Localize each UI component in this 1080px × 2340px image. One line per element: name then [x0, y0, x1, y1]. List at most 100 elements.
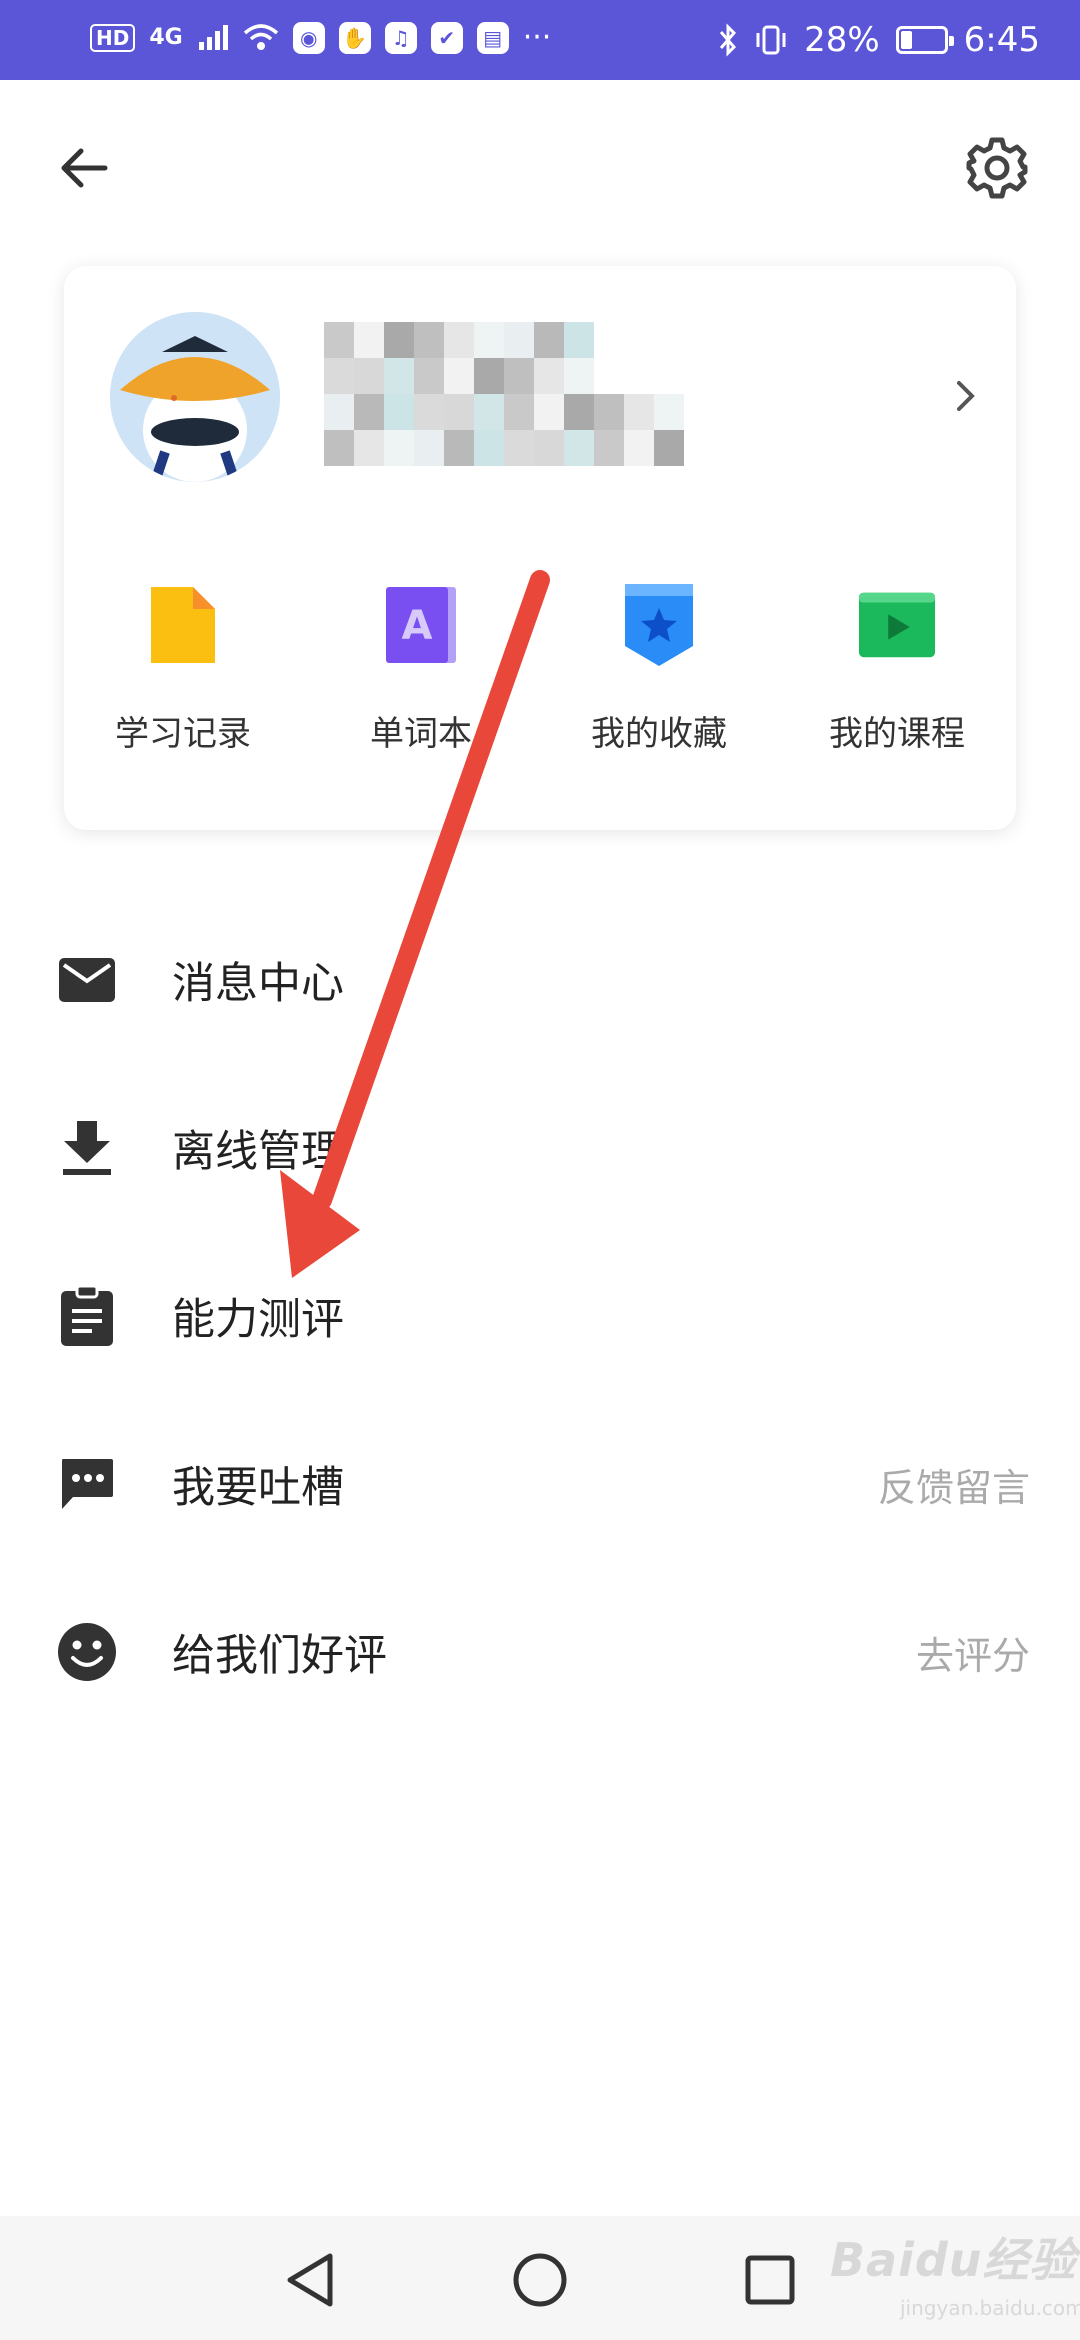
menu-label: 能力测评	[172, 1295, 344, 1345]
mosaic-cell	[564, 358, 594, 394]
shortcut-label: 单词本	[370, 714, 472, 754]
mosaic-cell	[564, 430, 594, 466]
app-notification-icon: ◉	[292, 22, 325, 54]
mosaic-cell	[594, 322, 624, 358]
hd-badge: HD	[90, 24, 136, 52]
mosaic-cell	[534, 430, 564, 466]
mail-icon	[56, 949, 118, 1011]
mosaic-cell	[654, 394, 684, 430]
nav-home-button[interactable]	[508, 2248, 572, 2312]
vibrate-icon	[756, 25, 786, 55]
smiley-icon	[56, 1621, 118, 1683]
shortcut-label: 学习记录	[115, 714, 251, 754]
mosaic-cell	[474, 430, 504, 466]
shortcut-wordbook[interactable]: A 单词本	[302, 584, 540, 755]
settings-button[interactable]	[955, 126, 1039, 210]
menu-label: 离线管理	[172, 1127, 344, 1177]
menu-item-offline[interactable]: 离线管理	[0, 1088, 1080, 1208]
watermark-brand: Baidu经验	[830, 2233, 1077, 2287]
document-icon	[143, 584, 223, 666]
mosaic-cell	[324, 430, 354, 466]
bluetooth-icon	[719, 23, 737, 57]
profile-card: 学习记录 A 单词本 我的收藏 我的课程	[64, 266, 1016, 830]
avatar[interactable]	[110, 312, 280, 482]
mosaic-cell	[354, 430, 384, 466]
gear-icon	[966, 137, 1028, 199]
status-icons-left: HD 4G ◉ ✋ ♫ ✔ ▤ ···	[90, 18, 551, 58]
profile-detail-button[interactable]	[936, 366, 996, 426]
menu-hint: 反馈留言	[877, 1465, 1030, 1510]
watermark-url: jingyan.baidu.com	[900, 2296, 1080, 2320]
svg-text:A: A	[402, 603, 433, 649]
mosaic-cell	[624, 322, 654, 358]
mosaic-cell	[474, 322, 504, 358]
battery-level	[900, 31, 913, 49]
avatar-icon	[110, 312, 280, 482]
mosaic-cell	[564, 322, 594, 358]
menu-label: 我要吐槽	[172, 1463, 344, 1513]
mosaic-cell	[624, 430, 654, 466]
battery-percent: 28%	[804, 20, 880, 60]
play-video-icon	[857, 584, 937, 666]
shortcut-row: 学习记录 A 单词本 我的收藏 我的课程	[64, 584, 1016, 755]
mosaic-cell	[384, 358, 414, 394]
mosaic-cell	[324, 322, 354, 358]
mosaic-cell	[654, 322, 684, 358]
nav-recents-button[interactable]	[738, 2248, 802, 2312]
menu-item-rate-us[interactable]: 给我们好评 去评分	[0, 1592, 1080, 1712]
mosaic-cell	[444, 322, 474, 358]
mosaic-cell	[564, 394, 594, 430]
mosaic-cell	[324, 358, 354, 394]
nav-back-button[interactable]	[278, 2248, 342, 2312]
mosaic-cell	[474, 358, 504, 394]
status-icons-right: 28% 6:45	[718, 18, 1040, 62]
shield-app-icon: ✔	[430, 22, 463, 54]
square-recents-icon	[745, 2255, 795, 2305]
menu-item-messages[interactable]: 消息中心	[0, 920, 1080, 1040]
mosaic-cell	[444, 394, 474, 430]
menu-item-assessment[interactable]: 能力测评	[0, 1256, 1080, 1376]
mosaic-cell	[414, 358, 444, 394]
message-app-icon: ▤	[476, 22, 509, 54]
mosaic-cell	[414, 430, 444, 466]
clipboard-icon	[56, 1285, 118, 1347]
shortcut-study-record[interactable]: 学习记录	[64, 584, 302, 755]
menu-label: 给我们好评	[172, 1631, 387, 1681]
mosaic-cell	[594, 430, 624, 466]
mosaic-cell	[504, 394, 534, 430]
mosaic-cell	[384, 394, 414, 430]
back-button[interactable]	[44, 128, 124, 208]
mosaic-cell	[504, 430, 534, 466]
mosaic-cell	[384, 322, 414, 358]
mosaic-cell	[624, 394, 654, 430]
mosaic-cell	[354, 322, 384, 358]
clock: 6:45	[963, 20, 1040, 60]
letter-a-book-icon: A	[381, 584, 461, 666]
mosaic-cell	[384, 430, 414, 466]
music-app-icon: ♫	[384, 22, 417, 54]
username-blurred	[324, 322, 684, 466]
mosaic-cell	[534, 358, 564, 394]
download-icon	[56, 1117, 118, 1179]
triangle-back-icon	[287, 2253, 333, 2307]
mosaic-cell	[354, 394, 384, 430]
mosaic-cell	[654, 430, 684, 466]
wifi-icon	[243, 24, 278, 50]
shortcut-favorites[interactable]: 我的收藏	[540, 584, 778, 755]
shortcut-my-courses[interactable]: 我的课程	[778, 584, 1016, 755]
mosaic-cell	[444, 358, 474, 394]
mosaic-cell	[654, 358, 684, 394]
battery-icon	[895, 26, 954, 54]
mosaic-cell	[594, 358, 624, 394]
mosaic-cell	[444, 430, 474, 466]
signal-icon	[198, 25, 228, 50]
shortcut-label: 我的课程	[829, 714, 965, 754]
more-notifications-icon: ···	[522, 20, 552, 55]
chevron-right-icon	[957, 381, 975, 411]
menu-item-feedback[interactable]: 我要吐槽 反馈留言	[0, 1424, 1080, 1544]
circle-home-icon	[513, 2253, 567, 2307]
arrow-left-icon	[61, 148, 108, 188]
mosaic-cell	[594, 394, 624, 430]
star-bookmark-icon	[619, 584, 699, 666]
mosaic-cell	[624, 358, 654, 394]
